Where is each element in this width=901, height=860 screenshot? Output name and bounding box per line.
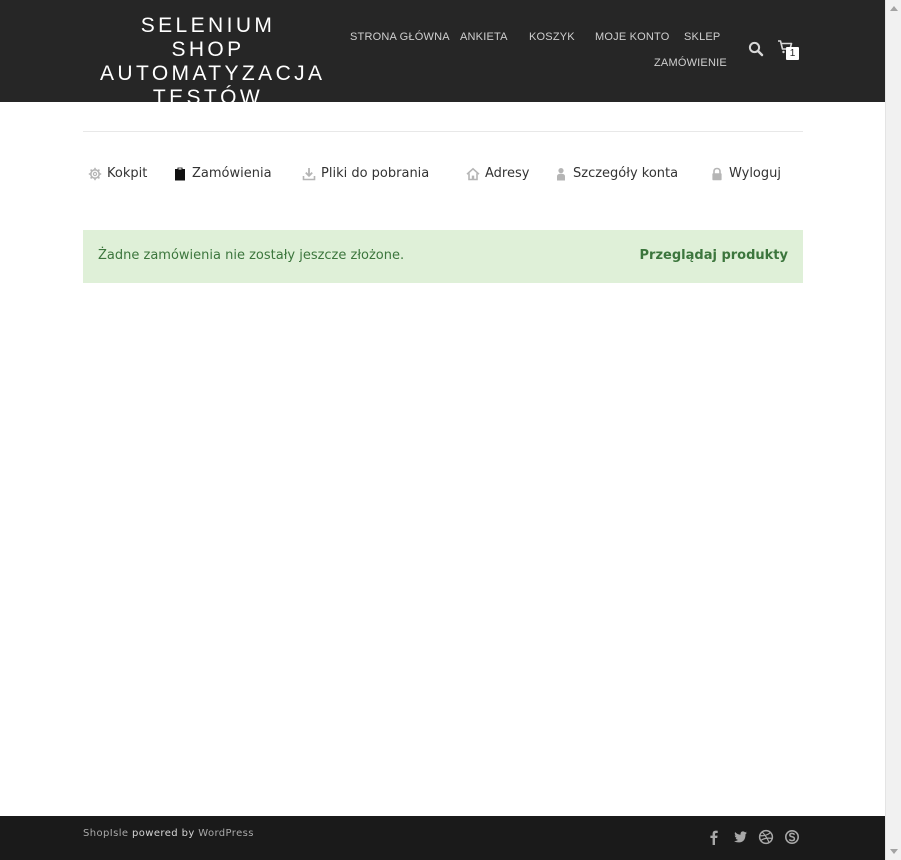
- logo-line-1: SELENIUM SHOP: [140, 14, 276, 61]
- facebook-icon[interactable]: [706, 829, 722, 845]
- site-header: SELENIUM SHOP AUTOMATYZACJA TESTÓW STRON…: [0, 0, 886, 109]
- nav-item-survey[interactable]: ANKIETA: [460, 31, 508, 43]
- site-footer: ShopIsle powered by WordPress: [0, 816, 886, 860]
- search-icon[interactable]: [748, 41, 764, 57]
- lock-icon: [712, 167, 722, 180]
- account-nav-downloads-label: Pliki do pobrania: [321, 166, 430, 181]
- account-nav-dashboard[interactable]: Kokpit: [88, 166, 147, 181]
- download-icon: [302, 167, 316, 180]
- footer-shopisle-link[interactable]: ShopIsle: [83, 828, 128, 839]
- scroll-down-arrow-icon[interactable]: [890, 849, 898, 854]
- nav-item-order[interactable]: ZAMÓWIENIE: [654, 57, 727, 69]
- browse-products-button[interactable]: Przeglądaj produkty: [640, 248, 788, 263]
- account-nav-orders[interactable]: Zamówienia: [173, 166, 272, 181]
- nav-item-my-account[interactable]: MOJE KONTO: [595, 31, 670, 43]
- user-icon: [557, 167, 565, 180]
- scroll-up-arrow-icon[interactable]: [890, 6, 898, 11]
- account-navigation: Kokpit Zamówienia Pliki do pobrania Adre…: [83, 160, 803, 190]
- vertical-scrollbar[interactable]: [885, 0, 901, 860]
- logo-line-3: TESTÓW: [152, 86, 264, 109]
- cart-button[interactable]: 1: [777, 40, 801, 62]
- nav-item-home[interactable]: STRONA GŁÓWNA: [350, 31, 450, 43]
- gear-icon: [88, 167, 102, 180]
- account-nav-downloads[interactable]: Pliki do pobrania: [302, 166, 429, 181]
- account-nav-logout-label: Wyloguj: [729, 166, 781, 181]
- twitter-icon[interactable]: [732, 829, 748, 845]
- account-nav-logout[interactable]: Wyloguj: [710, 166, 781, 181]
- account-nav-addresses[interactable]: Adresy: [466, 166, 529, 181]
- account-nav-orders-label: Zamówienia: [192, 166, 272, 181]
- site-logo[interactable]: SELENIUM SHOP AUTOMATYZACJA TESTÓW: [100, 14, 326, 110]
- account-nav-addresses-label: Adresy: [485, 166, 530, 181]
- home-icon: [466, 167, 480, 180]
- page: SELENIUM SHOP AUTOMATYZACJA TESTÓW STRON…: [0, 0, 901, 860]
- footer-wordpress-link[interactable]: WordPress: [198, 828, 254, 839]
- footer-powered-by: powered by: [128, 828, 199, 839]
- cart-count-badge: 1: [786, 47, 799, 60]
- notice-message: Żadne zamówienia nie zostały jeszcze zło…: [98, 248, 405, 263]
- dribbble-icon[interactable]: [758, 829, 774, 845]
- account-nav-account-details[interactable]: Szczegóły konta: [554, 166, 678, 181]
- footer-credit: ShopIsle powered by WordPress: [83, 828, 254, 839]
- account-nav-account-details-label: Szczegóły konta: [573, 166, 679, 181]
- account-nav-dashboard-label: Kokpit: [107, 166, 148, 181]
- logo-line-2: AUTOMATYZACJA: [100, 62, 326, 85]
- nav-item-cart[interactable]: KOSZYK: [529, 31, 575, 43]
- clipboard-icon: [175, 167, 185, 180]
- skype-icon[interactable]: [784, 829, 800, 845]
- nav-item-shop[interactable]: SKLEP: [684, 31, 720, 43]
- content-divider: [83, 131, 803, 132]
- orders-notice: Żadne zamówienia nie zostały jeszcze zło…: [83, 230, 803, 283]
